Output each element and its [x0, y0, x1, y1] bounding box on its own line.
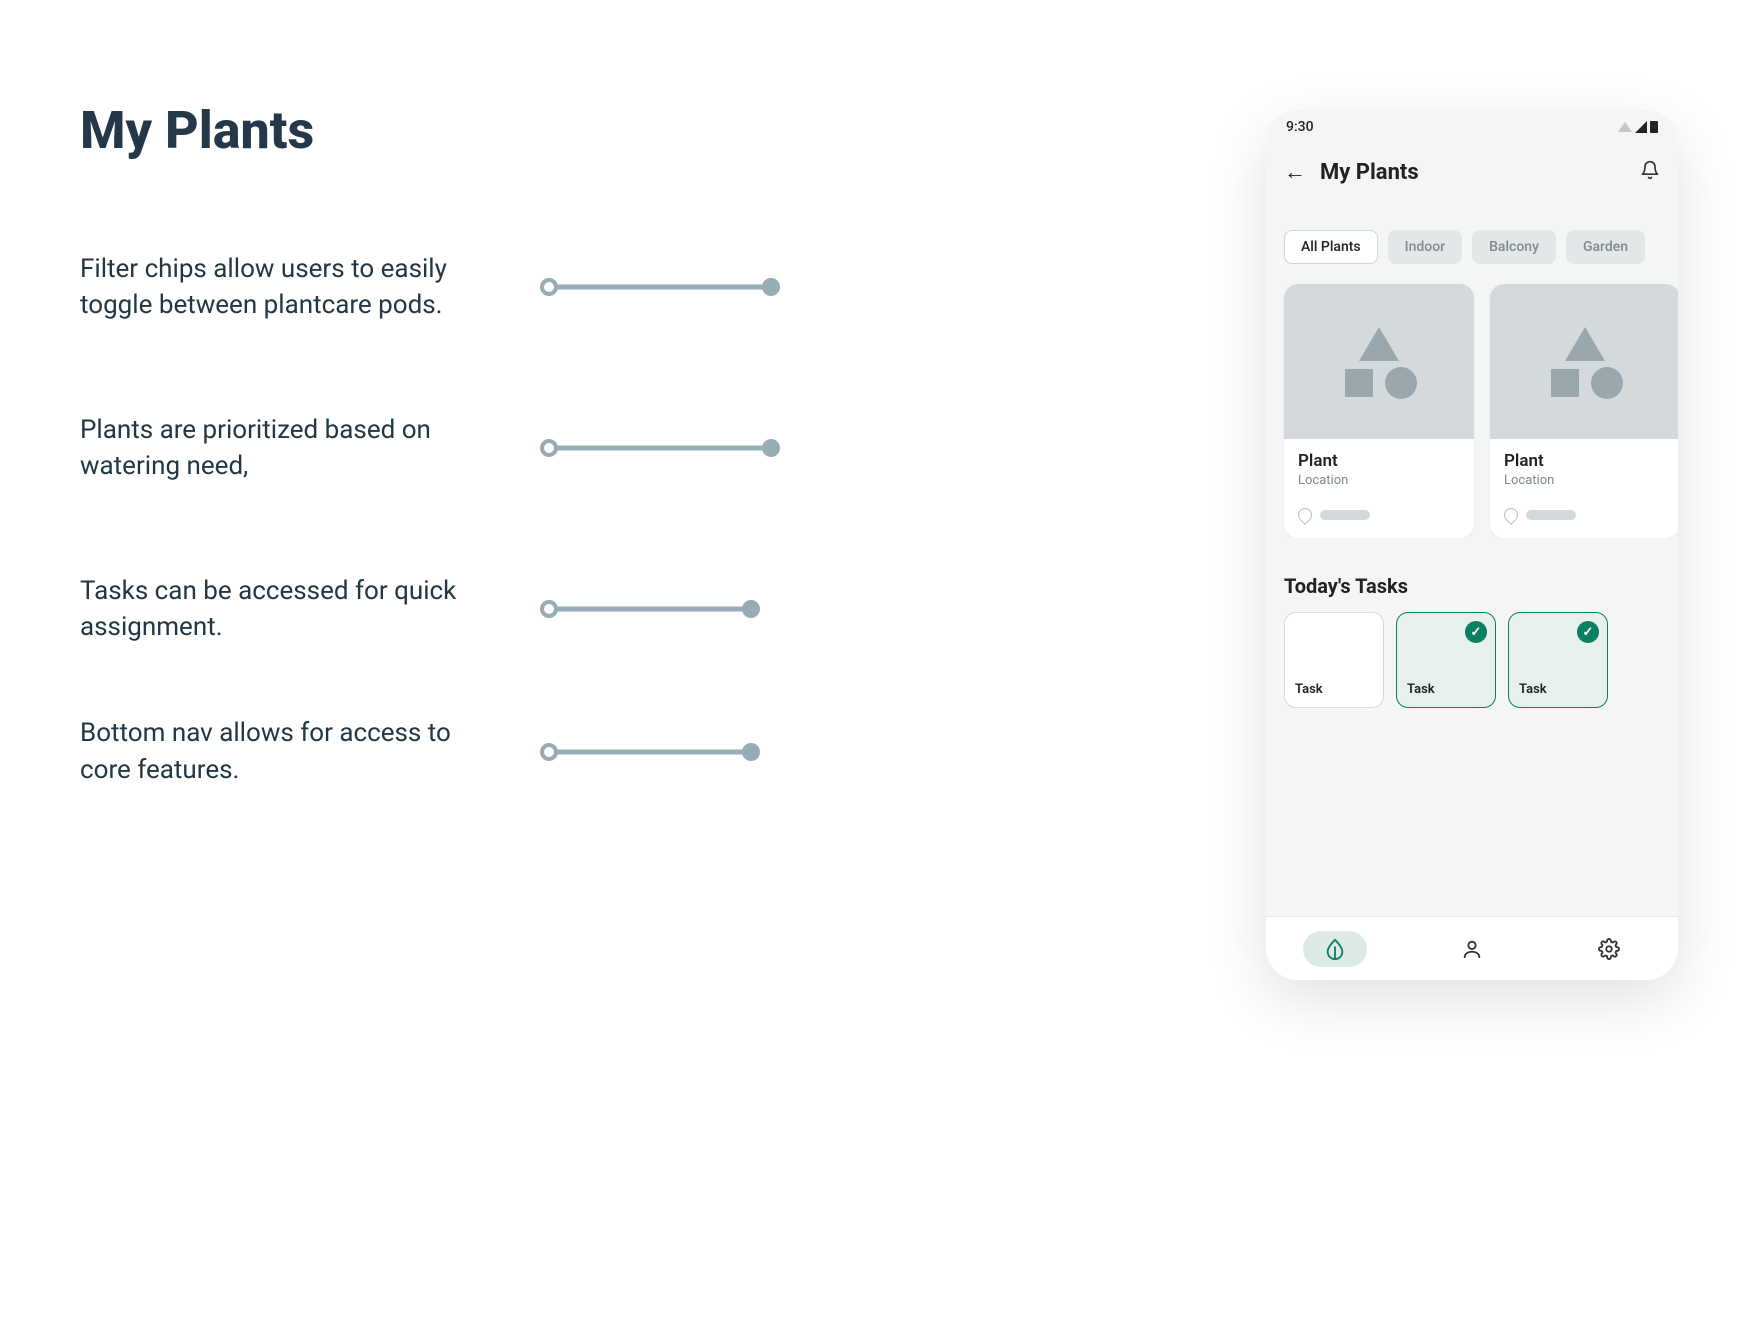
- plant-card[interactable]: Plant Location: [1284, 284, 1474, 538]
- plant-name: Plant: [1298, 451, 1460, 471]
- filter-chip-all-plants[interactable]: All Plants: [1284, 230, 1378, 264]
- app-title: My Plants: [1320, 160, 1626, 185]
- task-card[interactable]: ✓ Task: [1396, 612, 1496, 708]
- phone-mock: 9:30 ← My Plants All Plants Indoor Balco…: [1266, 110, 1678, 980]
- tasks-header: Today's Tasks: [1266, 538, 1678, 612]
- plant-location: Location: [1504, 473, 1666, 488]
- app-bar: ← My Plants: [1266, 144, 1678, 200]
- task-cards: Task ✓ Task ✓ Task: [1266, 612, 1678, 728]
- plant-cards: Plant Location Plant Location: [1266, 284, 1678, 538]
- feature-row: Filter chips allow users to easily toggl…: [80, 251, 860, 324]
- water-level-bar: [1320, 510, 1370, 520]
- plant-card[interactable]: Plant Location: [1490, 284, 1678, 538]
- feature-text: Plants are prioritized based on watering…: [80, 412, 500, 485]
- feature-row: Plants are prioritized based on watering…: [80, 412, 860, 485]
- task-label: Task: [1407, 682, 1485, 697]
- leaf-icon: [1324, 938, 1346, 960]
- water-icon: [1295, 505, 1315, 525]
- back-icon[interactable]: ←: [1284, 159, 1306, 185]
- nav-plants[interactable]: [1303, 931, 1367, 967]
- gear-icon: [1598, 938, 1620, 960]
- connector-line: [540, 278, 780, 296]
- connector-line: [540, 743, 760, 761]
- feature-text: Tasks can be accessed for quick assignme…: [80, 573, 500, 646]
- feature-row: Bottom nav allows for access to core fea…: [80, 715, 860, 788]
- nav-profile[interactable]: [1440, 931, 1504, 967]
- water-icon: [1501, 505, 1521, 525]
- filter-chip-balcony[interactable]: Balcony: [1472, 230, 1556, 264]
- task-label: Task: [1519, 682, 1597, 697]
- water-level-bar: [1526, 510, 1576, 520]
- filter-chips: All Plants Indoor Balcony Garden: [1266, 230, 1678, 284]
- plant-name: Plant: [1504, 451, 1666, 471]
- filter-chip-garden[interactable]: Garden: [1566, 230, 1645, 264]
- plant-image-placeholder: [1284, 284, 1474, 439]
- user-icon: [1461, 938, 1483, 960]
- feature-row: Tasks can be accessed for quick assignme…: [80, 573, 860, 646]
- task-label: Task: [1295, 682, 1373, 697]
- connector-line: [540, 439, 780, 457]
- page-headline: My Plants: [80, 100, 860, 161]
- status-bar: 9:30: [1266, 110, 1678, 144]
- bottom-nav: [1266, 916, 1678, 980]
- feature-text: Bottom nav allows for access to core fea…: [80, 715, 500, 788]
- notifications-icon[interactable]: [1640, 160, 1660, 185]
- task-card[interactable]: ✓ Task: [1508, 612, 1608, 708]
- nav-settings[interactable]: [1577, 931, 1641, 967]
- check-icon: ✓: [1577, 621, 1599, 643]
- wifi-icon: [1618, 122, 1632, 132]
- plant-image-placeholder: [1490, 284, 1678, 439]
- plant-location: Location: [1298, 473, 1460, 488]
- task-card[interactable]: Task: [1284, 612, 1384, 708]
- signal-icon: [1635, 121, 1647, 133]
- battery-icon: [1650, 121, 1658, 133]
- feature-text: Filter chips allow users to easily toggl…: [80, 251, 500, 324]
- status-time: 9:30: [1286, 119, 1314, 135]
- connector-line: [540, 600, 760, 618]
- check-icon: ✓: [1465, 621, 1487, 643]
- filter-chip-indoor[interactable]: Indoor: [1388, 230, 1462, 264]
